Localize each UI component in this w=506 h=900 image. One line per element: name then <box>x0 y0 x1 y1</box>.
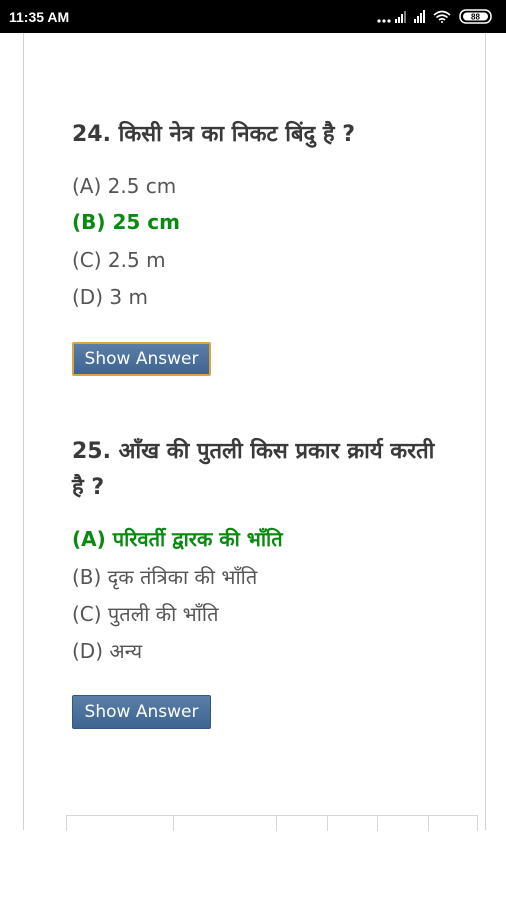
battery-level: 88 <box>471 13 480 22</box>
dots-icon <box>377 19 391 23</box>
show-answer-button[interactable]: Show Answer <box>72 342 211 376</box>
pager-cell[interactable] <box>378 816 430 831</box>
option-c[interactable]: (C) पुतली की भाँति <box>72 600 219 627</box>
question-title: 25. आँख की पुतली किस प्रकार क्रार्य करती… <box>72 439 435 500</box>
option-a-correct[interactable]: (A) परिवर्ती द्वारक की भाँति <box>72 525 283 552</box>
pager-cell[interactable] <box>174 816 278 831</box>
pager-cell[interactable] <box>429 816 477 831</box>
pager-cell[interactable] <box>328 816 379 831</box>
signal-icon <box>414 10 425 23</box>
option-d[interactable]: (D) 3 m <box>72 285 148 309</box>
option-a[interactable]: (A) 2.5 cm <box>72 174 176 198</box>
wifi-icon <box>433 10 451 23</box>
battery-icon: 88 <box>459 9 492 24</box>
status-bar: 11:35 AM 88 <box>0 0 506 33</box>
status-icons: 88 <box>376 8 498 26</box>
option-c[interactable]: (C) 2.5 m <box>72 248 166 272</box>
pagination-bar <box>66 815 478 831</box>
option-b[interactable]: (B) दृक तंत्रिका की भाँति <box>72 563 257 590</box>
option-b-correct[interactable]: (B) 25 cm <box>72 210 180 234</box>
status-time: 11:35 AM <box>9 9 70 25</box>
question-title: 24. किसी नेत्र का निकट बिंदु है ? <box>72 122 355 147</box>
signal-icon <box>395 11 406 23</box>
pager-cell[interactable] <box>277 816 329 831</box>
pager-cell[interactable] <box>67 816 174 831</box>
option-d[interactable]: (D) अन्य <box>72 637 142 664</box>
show-answer-button[interactable]: Show Answer <box>72 695 211 729</box>
